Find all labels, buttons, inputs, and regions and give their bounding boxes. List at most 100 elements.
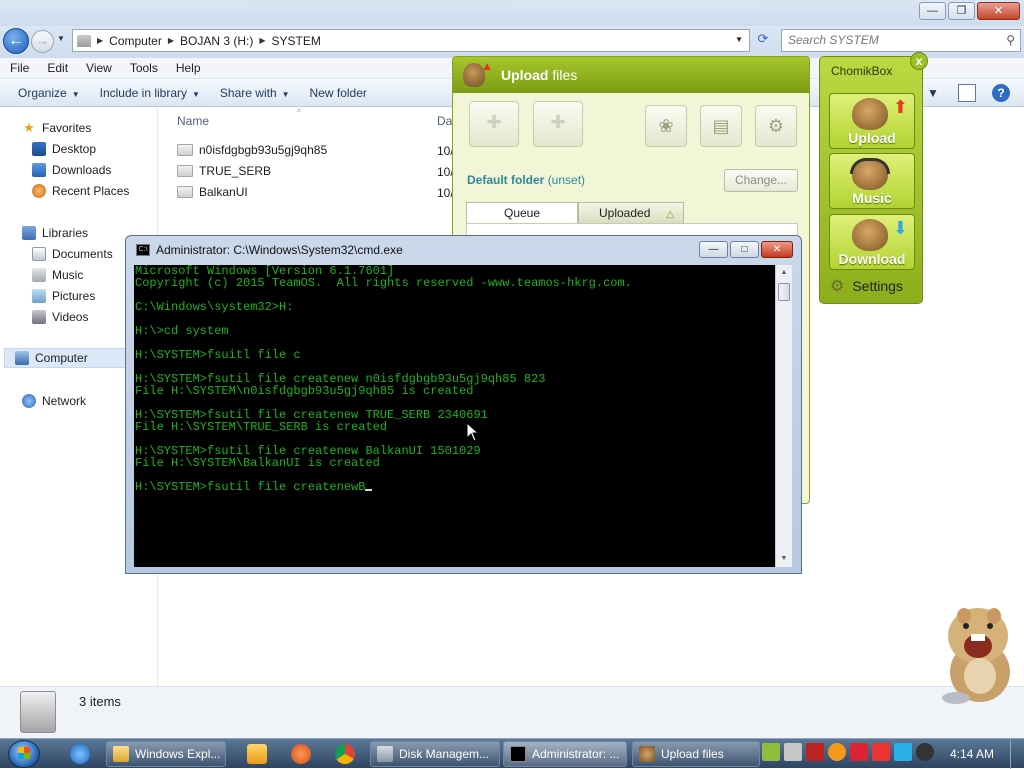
headphones-icon xyxy=(850,158,890,174)
tray-icon[interactable] xyxy=(784,743,802,761)
tray-icon[interactable] xyxy=(762,743,780,761)
internet-explorer-icon[interactable] xyxy=(70,744,90,764)
scroll-down-icon[interactable]: ▼ xyxy=(776,551,792,567)
tray-icon[interactable] xyxy=(806,743,824,761)
libraries-icon xyxy=(22,226,36,240)
minimize-button[interactable]: — xyxy=(919,2,946,20)
add-file-button[interactable]: ✚ xyxy=(469,101,519,147)
chevron-right-icon[interactable]: ▶ xyxy=(259,36,265,45)
help-icon[interactable]: ? xyxy=(992,83,1010,102)
taskbar-windows-explorer[interactable]: Windows Expl... xyxy=(106,741,226,767)
tab-queue[interactable]: Queue xyxy=(466,202,578,224)
nav-libraries[interactable]: Libraries xyxy=(22,223,88,243)
nav-documents[interactable]: Documents xyxy=(32,244,113,264)
menu-view[interactable]: View xyxy=(86,61,112,75)
clock[interactable]: 4:14 AM xyxy=(950,747,994,761)
change-button[interactable]: Change... xyxy=(724,169,798,192)
console-line: C:\Windows\system32>H: xyxy=(135,300,294,314)
close-button[interactable]: ✕ xyxy=(761,241,793,258)
breadcrumb-folder[interactable]: SYSTEM xyxy=(272,34,321,48)
add-folder-button[interactable]: ✚ xyxy=(533,101,583,147)
scroll-thumb[interactable] xyxy=(778,283,790,301)
flag-icon[interactable] xyxy=(872,743,890,761)
include-in-library-button[interactable]: Include in library ▼ xyxy=(90,86,210,100)
chomik-download-button[interactable]: ⬇ Download xyxy=(829,214,915,270)
nav-downloads[interactable]: Downloads xyxy=(32,160,111,180)
search-input[interactable]: Search SYSTEM ⚲ xyxy=(781,29,1021,52)
volume-icon[interactable] xyxy=(916,743,934,761)
arrow-up-icon: ⬆ xyxy=(892,97,908,117)
column-header-name[interactable]: Name xyxy=(177,114,209,128)
list-item[interactable]: BalkanUI xyxy=(177,185,248,199)
chomik-settings-button[interactable]: ⚙ Settings xyxy=(830,276,903,296)
breadcrumb-drive[interactable]: BOJAN 3 (H:) xyxy=(180,34,253,48)
media-player-icon[interactable] xyxy=(247,744,267,764)
chomik-upload-button[interactable]: ⬆ Upload xyxy=(829,93,915,149)
close-button[interactable]: ✕ xyxy=(977,2,1020,20)
column-header-date[interactable]: Da xyxy=(437,114,452,128)
taskbar-cmd[interactable]: Administrator: ... xyxy=(503,741,627,767)
item-count: 3 items xyxy=(79,694,121,709)
nav-desktop[interactable]: Desktop xyxy=(32,139,96,159)
chomik-music-button[interactable]: Music xyxy=(829,153,915,209)
share-with-button[interactable]: Share with ▼ xyxy=(210,86,300,100)
nav-network[interactable]: Network xyxy=(22,391,86,411)
minimize-button[interactable]: — xyxy=(699,241,728,258)
hamster-mascot-icon[interactable] xyxy=(936,602,1020,706)
chevron-down-icon[interactable]: ▼ xyxy=(735,35,743,44)
new-folder-button[interactable]: New folder xyxy=(300,86,377,100)
list-item[interactable]: n0isfdgbgb93u5gj9qh85 xyxy=(177,143,327,157)
taskbar-upload-files[interactable]: Upload files xyxy=(632,741,760,767)
menu-edit[interactable]: Edit xyxy=(47,61,68,75)
nav-recent-places[interactable]: Recent Places xyxy=(32,181,129,201)
chomikbox-panel: ChomikBox x ⬆ Upload Music ⬇ Download ⚙ … xyxy=(819,52,928,304)
share-label: Share with xyxy=(219,85,277,100)
back-button[interactable]: ← xyxy=(3,28,29,54)
close-icon[interactable]: x xyxy=(910,52,928,70)
menu-file[interactable]: File xyxy=(10,61,29,75)
nav-favorites[interactable]: ★ Favorites xyxy=(22,118,91,138)
menu-help[interactable]: Help xyxy=(176,61,201,75)
tray-icon[interactable] xyxy=(850,743,868,761)
console-scrollbar[interactable]: ▲ ▼ xyxy=(775,265,792,567)
search-icon[interactable]: ⚲ xyxy=(1006,33,1015,47)
chevron-right-icon[interactable]: ▶ xyxy=(97,36,103,45)
default-folder-label: Default folder (unset) xyxy=(467,173,585,187)
nav-label: Recent Places xyxy=(52,184,130,198)
tab-uploaded[interactable]: Uploaded △ xyxy=(578,202,684,224)
chevron-right-icon[interactable]: ▶ xyxy=(168,36,174,45)
views-dropdown-icon[interactable]: ▼ xyxy=(924,84,942,102)
organize-button[interactable]: Organize ▼ xyxy=(0,86,90,100)
network-tray-icon[interactable] xyxy=(894,743,912,761)
forward-button[interactable]: → xyxy=(31,30,54,53)
chrome-icon[interactable] xyxy=(335,744,355,764)
explorer-titlebar: — ❐ ✕ xyxy=(0,0,1024,26)
nav-videos[interactable]: Videos xyxy=(32,307,88,327)
recent-pages-dropdown[interactable]: ▼ xyxy=(57,34,65,43)
tab-uploaded-label: Uploaded xyxy=(599,206,651,220)
nav-music[interactable]: Music xyxy=(32,265,83,285)
breadcrumb-computer[interactable]: Computer xyxy=(109,34,162,48)
console-output[interactable]: Microsoft Windows [Version 6.1.7601] Copy… xyxy=(134,265,775,567)
scroll-up-icon[interactable]: ▲ xyxy=(776,265,792,281)
address-bar[interactable]: ▶ Computer ▶ BOJAN 3 (H:) ▶ SYSTEM ▼ xyxy=(72,29,750,52)
hamster-account-button[interactable]: ❀ xyxy=(645,105,687,147)
app-icon[interactable] xyxy=(291,744,311,764)
tray-icon[interactable] xyxy=(828,743,846,761)
desktop-icon xyxy=(32,142,46,156)
chevron-down-icon: ▼ xyxy=(281,89,290,99)
console-line: File H:\SYSTEM\n0isfdgbgb93u5gj9qh85 is … xyxy=(135,384,474,398)
start-button[interactable] xyxy=(8,740,40,768)
preview-pane-icon[interactable] xyxy=(958,83,976,102)
clipboard-add-button[interactable]: ▤ xyxy=(700,105,742,147)
maximize-button[interactable]: ❐ xyxy=(948,2,975,20)
taskbar-disk-management[interactable]: Disk Managem... xyxy=(370,741,500,767)
refresh-icon[interactable]: ⟳ xyxy=(752,31,774,51)
menu-tools[interactable]: Tools xyxy=(130,61,158,75)
list-item[interactable]: TRUE_SERB xyxy=(177,164,271,178)
nav-pictures[interactable]: Pictures xyxy=(32,286,95,306)
upload-title: Upload files xyxy=(501,67,577,83)
maximize-button[interactable]: □ xyxy=(730,241,759,258)
show-desktop-button[interactable] xyxy=(1010,739,1024,769)
gear-icon[interactable]: ⚙ xyxy=(755,105,797,147)
